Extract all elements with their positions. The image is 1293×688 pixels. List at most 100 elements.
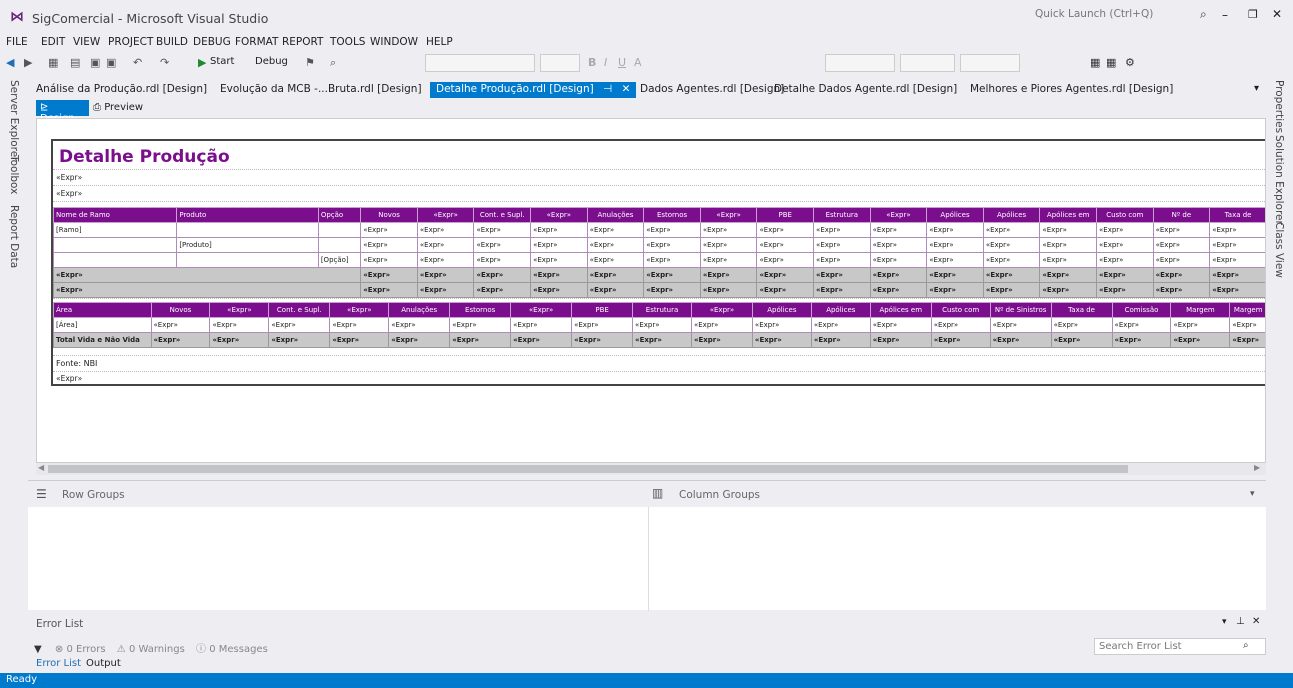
expr-cell[interactable]: «Expr» bbox=[699, 222, 758, 238]
expr-cell[interactable]: «Expr» bbox=[209, 332, 270, 348]
restore-button[interactable]: ❐ bbox=[1248, 8, 1258, 21]
expr-cell[interactable]: «Expr» bbox=[756, 252, 815, 268]
panel-close-icon[interactable]: ✕ bbox=[1252, 616, 1260, 627]
expr-line-1[interactable]: «Expr» bbox=[56, 173, 82, 182]
tablix-produto[interactable]: Nome de Ramo Produto Opção Novos «Expr» Cont.… bbox=[52, 207, 1265, 298]
expr-cell[interactable]: «Expr» bbox=[756, 267, 815, 283]
expr-cell[interactable]: «Expr» bbox=[869, 222, 928, 238]
pin-icon[interactable]: ⊣ bbox=[603, 83, 612, 95]
border-width-dropdown[interactable] bbox=[960, 54, 1020, 72]
expr-cell[interactable]: «Expr» bbox=[571, 317, 634, 333]
expr-cell[interactable]: «Expr» bbox=[756, 222, 815, 238]
report-body[interactable]: Detalhe Produção «Expr» «Expr» Nome de R… bbox=[51, 139, 1265, 386]
table-cell[interactable] bbox=[52, 237, 178, 253]
expr-cell[interactable]: «Expr» bbox=[416, 252, 475, 268]
expr-cell[interactable]: «Expr» bbox=[1152, 267, 1211, 283]
header-cell[interactable]: Nº de bbox=[1152, 207, 1211, 223]
expr-cell[interactable]: «Expr» bbox=[1209, 267, 1265, 283]
header-cell[interactable]: Margem bbox=[1229, 302, 1265, 318]
expr-cell[interactable]: «Expr» bbox=[1170, 317, 1231, 333]
expr-cell[interactable]: «Expr» bbox=[930, 332, 991, 348]
header-cell[interactable]: «Expr» bbox=[209, 302, 270, 318]
expr-cell[interactable]: «Expr» bbox=[1050, 317, 1113, 333]
expr-line-2[interactable]: «Expr» bbox=[56, 189, 82, 198]
expr-cell[interactable]: «Expr» bbox=[1039, 237, 1097, 253]
expr-cell[interactable]: «Expr» bbox=[1039, 222, 1097, 238]
warnings-count[interactable]: 0 Warnings bbox=[129, 644, 185, 655]
expr-cell[interactable]: «Expr» bbox=[643, 237, 701, 253]
header-cell[interactable]: Anulações bbox=[586, 207, 645, 223]
expr-cell[interactable]: «Expr» bbox=[756, 282, 815, 298]
expr-cell[interactable]: «Expr» bbox=[643, 222, 701, 238]
minimize-button[interactable]: – bbox=[1222, 8, 1228, 22]
table-cell[interactable]: [Área] bbox=[53, 317, 152, 333]
find-icon[interactable]: ⌕ bbox=[330, 56, 336, 70]
tab-overflow-icon[interactable]: ▾ bbox=[1254, 83, 1259, 94]
menu-window[interactable]: WINDOW bbox=[370, 36, 418, 48]
expr-cell[interactable]: «Expr» bbox=[813, 222, 871, 238]
expr-cell[interactable]: «Expr» bbox=[473, 222, 532, 238]
expr-cell[interactable]: «Expr» bbox=[1096, 237, 1154, 253]
expr-cell[interactable]: «Expr» bbox=[530, 282, 588, 298]
grouping-icon[interactable]: ▦ bbox=[1106, 56, 1116, 69]
fonte-text[interactable]: Fonte: NBI bbox=[56, 359, 97, 368]
expr-cell[interactable]: «Expr» bbox=[1096, 267, 1154, 283]
preview-subtab[interactable]: ⎙ Preview bbox=[93, 102, 143, 113]
header-cell[interactable]: PBE bbox=[756, 207, 815, 223]
expr-cell[interactable]: «Expr» bbox=[751, 332, 812, 348]
expr-cell[interactable]: «Expr» bbox=[360, 282, 418, 298]
expr-cell[interactable]: «Expr» bbox=[1229, 332, 1265, 348]
expr-cell[interactable]: «Expr» bbox=[699, 267, 758, 283]
tab-detalhe-dados-agente[interactable]: Detalhe Dados Agente.rdl [Design] bbox=[770, 83, 957, 99]
start-icon[interactable]: ▶ bbox=[198, 56, 206, 69]
solution-explorer-tab[interactable]: Solution Explorer bbox=[1273, 135, 1285, 225]
expr-cell[interactable]: «Expr» bbox=[473, 252, 532, 268]
tab-error-list[interactable]: Error List bbox=[36, 658, 81, 669]
properties-tab[interactable]: Properties bbox=[1273, 80, 1285, 133]
table-cell[interactable] bbox=[176, 252, 319, 268]
expr-cell[interactable]: «Expr» bbox=[510, 332, 573, 348]
menu-file[interactable]: FILE bbox=[6, 36, 28, 48]
header-cell[interactable]: Novos bbox=[150, 302, 211, 318]
menu-view[interactable]: VIEW bbox=[73, 36, 100, 48]
report-data-tab[interactable]: Report Data bbox=[8, 205, 20, 268]
total-label-cell[interactable]: Total Vida e Não Vida bbox=[53, 332, 152, 348]
expr-cell[interactable]: «Expr» bbox=[643, 267, 701, 283]
expr-cell[interactable]: «Expr» bbox=[52, 282, 362, 298]
open-icon[interactable]: ▤ bbox=[70, 56, 80, 69]
table-cell[interactable]: [Ramo] bbox=[52, 222, 178, 238]
font-color-icon[interactable]: A bbox=[634, 56, 642, 69]
expr-cell[interactable]: «Expr» bbox=[1209, 222, 1265, 238]
save-icon[interactable]: ▣ bbox=[90, 56, 100, 69]
expr-cell[interactable]: «Expr» bbox=[473, 237, 532, 253]
close-tab-icon[interactable]: ✕ bbox=[622, 83, 631, 95]
expr-cell[interactable]: «Expr» bbox=[926, 282, 984, 298]
expr-cell[interactable]: «Expr» bbox=[510, 317, 573, 333]
expr-cell[interactable]: «Expr» bbox=[416, 267, 475, 283]
panel-menu-icon[interactable]: ▾ bbox=[1222, 617, 1227, 627]
tab-detalhe-producao[interactable]: Detalhe Produção.rdl [Design] ⊣ ✕ bbox=[430, 82, 636, 98]
expr-cell[interactable]: «Expr» bbox=[360, 252, 418, 268]
header-cell[interactable]: «Expr» bbox=[416, 207, 475, 223]
expr-cell[interactable]: «Expr» bbox=[329, 332, 390, 348]
new-project-icon[interactable]: ▦ bbox=[48, 56, 58, 69]
table-cell[interactable] bbox=[176, 222, 319, 238]
header-cell[interactable]: Área bbox=[53, 302, 152, 318]
header-cell[interactable]: Apólices bbox=[751, 302, 812, 318]
expr-cell[interactable]: «Expr» bbox=[930, 317, 991, 333]
expr-cell[interactable]: «Expr» bbox=[810, 332, 871, 348]
menu-tools[interactable]: TOOLS bbox=[330, 36, 365, 48]
expr-cell[interactable]: «Expr» bbox=[982, 267, 1041, 283]
expr-cell[interactable]: «Expr» bbox=[329, 317, 390, 333]
expr-cell[interactable]: «Expr» bbox=[268, 317, 331, 333]
expr-cell[interactable]: «Expr» bbox=[1111, 317, 1172, 333]
expr-cell[interactable]: «Expr» bbox=[1209, 237, 1265, 253]
expr-cell[interactable]: «Expr» bbox=[1170, 332, 1231, 348]
menu-help[interactable]: HELP bbox=[426, 36, 453, 48]
table-cell[interactable]: [Produto] bbox=[176, 237, 319, 253]
expr-cell[interactable]: «Expr» bbox=[1039, 267, 1097, 283]
expr-cell[interactable]: «Expr» bbox=[1096, 222, 1154, 238]
expr-cell[interactable]: «Expr» bbox=[690, 332, 753, 348]
expr-cell[interactable]: «Expr» bbox=[1209, 252, 1265, 268]
expr-cell[interactable]: «Expr» bbox=[982, 222, 1041, 238]
